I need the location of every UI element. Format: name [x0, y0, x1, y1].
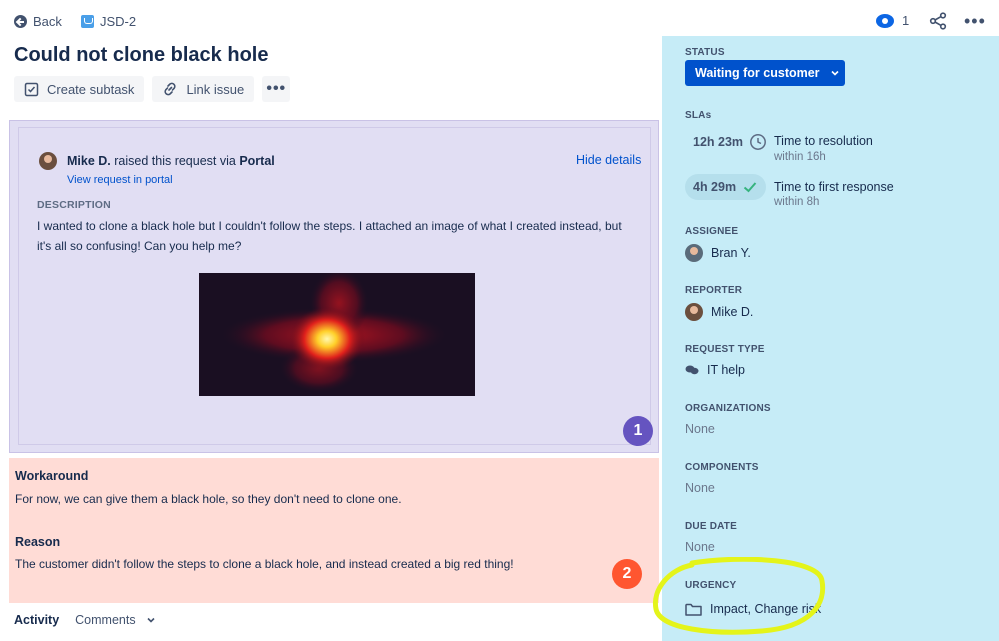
clock-icon	[750, 134, 766, 150]
sla-target: within 8h	[774, 196, 820, 208]
service-desk-icon	[81, 15, 94, 28]
reason-text: The customer didn't follow the steps to …	[15, 557, 514, 571]
request-type-field[interactable]: IT help	[685, 363, 745, 377]
comments-label: Comments	[75, 613, 136, 627]
issue-sidebar: STATUS Waiting for customer SLAs 12h 23m…	[662, 36, 999, 641]
folder-icon	[685, 603, 702, 616]
link-issue-button[interactable]: Link issue	[152, 76, 255, 102]
status-label: STATUS	[685, 47, 725, 58]
reporter-field[interactable]: Mike D.	[685, 303, 753, 321]
request-details-frame: Mike D. raised this request via Portal V…	[18, 127, 653, 446]
raiser-text: Mike D. raised this request via Portal	[67, 154, 275, 168]
create-subtask-button[interactable]: Create subtask	[14, 76, 145, 102]
sla-time: 12h 23m	[693, 135, 744, 149]
description-text: I wanted to clone a black hole but I cou…	[37, 219, 622, 253]
chevron-down-icon	[830, 70, 839, 76]
annotation-badge-1: 1	[623, 416, 653, 446]
annotation-badge-2: 2	[612, 559, 642, 589]
toolbar-more-icon[interactable]: •••	[262, 76, 291, 102]
view-request-link[interactable]: View request in portal	[67, 174, 173, 186]
status-value: Waiting for customer	[695, 66, 820, 80]
description-heading: DESCRIPTION	[37, 199, 111, 211]
workaround-panel: Workaround For now, we can give them a b…	[9, 458, 659, 603]
workaround-heading: Workaround	[15, 469, 89, 483]
back-button[interactable]: Back	[14, 14, 62, 29]
hide-details-link[interactable]: Hide details	[576, 153, 641, 167]
watch-button[interactable]: 1	[876, 13, 909, 28]
request-raiser: Mike D. raised this request via Portal	[39, 152, 275, 170]
breadcrumb-issue-key[interactable]: JSD-2	[81, 14, 136, 29]
check-icon	[743, 182, 757, 193]
reporter-value: Mike D.	[711, 305, 754, 319]
create-subtask-label: Create subtask	[47, 81, 135, 97]
eye-icon	[876, 13, 894, 28]
urgency-value: Impact, Change risk	[710, 602, 822, 616]
issue-key-label: JSD-2	[100, 14, 137, 29]
urgency-field[interactable]: Impact, Change risk	[685, 602, 821, 616]
assignee-avatar	[685, 244, 703, 262]
reporter-label: REPORTER	[685, 285, 743, 296]
assignee-field[interactable]: Bran Y.	[685, 244, 751, 262]
activity-bar: Activity Comments	[14, 613, 156, 627]
assignee-label: ASSIGNEE	[685, 226, 739, 237]
link-icon	[164, 82, 176, 96]
status-dropdown[interactable]: Waiting for customer	[685, 60, 845, 86]
reporter-avatar	[39, 152, 57, 170]
back-label: Back	[33, 14, 62, 29]
sla-pill: 4h 29m	[685, 174, 767, 200]
raised-channel: Portal	[239, 154, 275, 168]
issue-toolbar: Create subtask Link issue •••	[14, 76, 291, 102]
sla-name: Time to first response	[774, 180, 894, 194]
workaround-text: For now, we can give them a black hole, …	[15, 492, 402, 506]
due-date-value[interactable]: None	[685, 540, 715, 554]
raiser-name: Mike D.	[67, 154, 111, 168]
reporter-avatar	[685, 303, 703, 321]
link-issue-label: Link issue	[186, 81, 245, 97]
chat-bubbles-icon	[685, 365, 699, 375]
raised-via-text: raised this request via	[114, 154, 236, 168]
components-label: COMPONENTS	[685, 462, 759, 473]
organizations-label: ORGANIZATIONS	[685, 403, 771, 414]
request-type-value: IT help	[707, 363, 745, 377]
comments-dropdown[interactable]: Comments	[75, 613, 155, 627]
subtask-icon	[24, 82, 39, 96]
assignee-value: Bran Y.	[711, 246, 751, 260]
sla-time: 4h 29m	[693, 180, 737, 194]
activity-label: Activity	[14, 613, 60, 627]
urgency-label: URGENCY	[685, 580, 737, 591]
due-date-label: DUE DATE	[685, 521, 737, 532]
back-arrow-icon	[14, 15, 27, 28]
issue-title: Could not clone black hole	[14, 44, 269, 66]
attached-black-hole-image[interactable]	[199, 273, 475, 396]
sla-name: Time to resolution	[774, 134, 873, 148]
organizations-value[interactable]: None	[685, 422, 715, 436]
sla-target: within 16h	[774, 151, 826, 163]
watch-count: 1	[902, 13, 910, 28]
share-icon[interactable]	[929, 12, 947, 30]
sla-pill: 12h 23m	[685, 129, 775, 155]
request-type-label: REQUEST TYPE	[685, 344, 765, 355]
slas-label: SLAs	[685, 110, 712, 121]
components-value[interactable]: None	[685, 481, 715, 495]
request-details-panel: Mike D. raised this request via Portal V…	[9, 120, 659, 453]
more-actions-icon[interactable]: •••	[964, 12, 986, 30]
reason-heading: Reason	[15, 535, 61, 549]
chevron-down-icon	[147, 617, 155, 623]
